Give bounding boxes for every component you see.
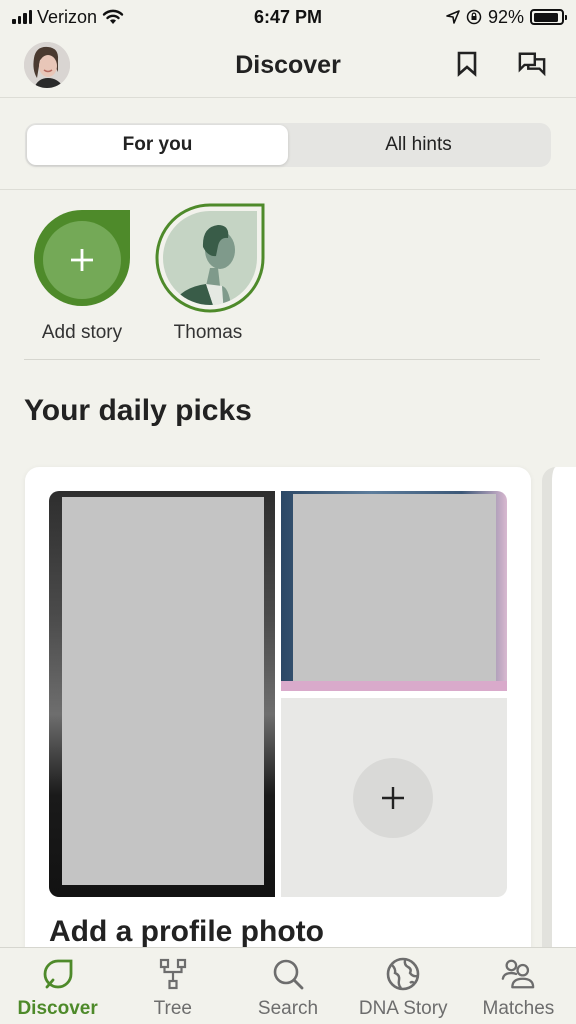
tab-dna-story[interactable]: DNA Story bbox=[346, 948, 461, 1024]
bookmark-icon bbox=[457, 51, 477, 77]
carrier-name: Verizon bbox=[37, 6, 98, 27]
tab-discover[interactable]: Discover bbox=[0, 948, 115, 1024]
status-left: Verizon bbox=[12, 7, 212, 28]
add-story-icon bbox=[34, 210, 130, 306]
signal-icon bbox=[12, 10, 32, 24]
location-icon bbox=[446, 10, 460, 24]
tab-label: Matches bbox=[482, 998, 555, 1019]
avatar-photo bbox=[24, 42, 70, 88]
story-label: Add story bbox=[41, 322, 123, 343]
person-avatar-icon bbox=[155, 203, 265, 313]
page-title: Discover bbox=[235, 51, 341, 79]
plus-icon bbox=[382, 787, 404, 809]
photo-tile bbox=[281, 491, 507, 691]
orientation-lock-icon bbox=[466, 9, 482, 25]
tab-tree[interactable]: Tree bbox=[115, 948, 230, 1024]
tree-icon bbox=[159, 958, 186, 990]
section-title: Your daily picks bbox=[24, 394, 252, 427]
card-title: Add a profile photo bbox=[49, 915, 324, 948]
tab-label: Discover bbox=[17, 998, 98, 1019]
photo-tile bbox=[49, 491, 275, 897]
messages-button[interactable] bbox=[518, 50, 546, 78]
bookmark-button[interactable] bbox=[453, 50, 481, 78]
segmented-control: For you All hints bbox=[25, 123, 551, 167]
add-photo-button[interactable] bbox=[353, 758, 433, 838]
leaf-icon bbox=[43, 959, 72, 989]
story-thomas[interactable]: Thomas bbox=[148, 202, 268, 343]
messages-icon bbox=[518, 52, 546, 77]
battery-fill bbox=[533, 12, 559, 22]
tab-label: Search bbox=[257, 998, 319, 1019]
tab-label: DNA Story bbox=[358, 998, 448, 1019]
search-icon bbox=[273, 959, 304, 990]
tab-for-you[interactable]: For you bbox=[27, 125, 288, 165]
profile-avatar[interactable] bbox=[24, 42, 70, 88]
people-icon bbox=[502, 959, 535, 989]
tab-bar: Discover Tree Search DNA Story Matches bbox=[0, 947, 576, 1024]
status-bar: Verizon 6:47 PM 92% bbox=[0, 0, 576, 34]
redacted-photo bbox=[293, 494, 496, 686]
tab-matches[interactable]: Matches bbox=[461, 948, 576, 1024]
story-label: Thomas bbox=[173, 322, 243, 343]
tab-search[interactable]: Search bbox=[230, 948, 345, 1024]
wifi-icon bbox=[102, 9, 124, 24]
story-add[interactable]: Add story bbox=[22, 202, 142, 343]
divider bbox=[24, 359, 540, 360]
header: Discover bbox=[0, 34, 576, 98]
next-card-peek[interactable] bbox=[542, 467, 576, 987]
status-right: 92% bbox=[364, 6, 567, 28]
globe-icon bbox=[386, 957, 420, 991]
tab-all-hints[interactable]: All hints bbox=[288, 125, 549, 165]
status-time: 6:47 PM bbox=[253, 6, 323, 27]
battery-icon bbox=[530, 9, 567, 25]
divider bbox=[0, 189, 576, 190]
redacted-photo bbox=[62, 497, 264, 885]
battery-percent: 92% bbox=[487, 6, 524, 27]
add-photo-tile[interactable] bbox=[281, 698, 507, 897]
tab-label: Tree bbox=[153, 998, 192, 1019]
daily-pick-card[interactable]: Add a profile photo bbox=[25, 467, 531, 987]
